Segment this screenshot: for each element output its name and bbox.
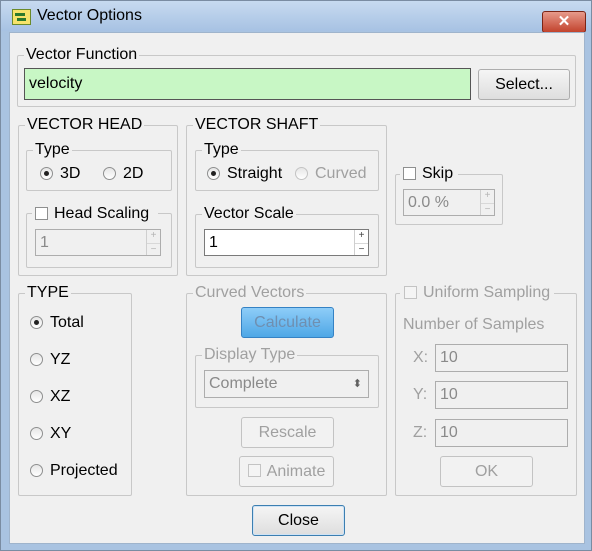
spin-up-icon: +: [484, 190, 491, 201]
head-scaling-label: Head Scaling: [54, 205, 150, 222]
y-samples-field: 10: [435, 381, 568, 409]
y-label: Y:: [413, 386, 428, 403]
updown-arrow-icon: ⬍: [352, 378, 362, 390]
shaft-curved-label: Curved: [315, 165, 367, 182]
spin-down-icon: −: [481, 202, 494, 216]
spin-down-icon: −: [147, 242, 160, 256]
spin-down-icon[interactable]: −: [355, 242, 368, 256]
rescale-button: Rescale: [241, 417, 334, 448]
uniform-sampling-label: Uniform Sampling: [423, 284, 551, 301]
display-type-value: Complete: [209, 375, 278, 392]
vector-function-field[interactable]: velocity: [24, 68, 471, 100]
vector-function-label: Vector Function: [24, 46, 140, 64]
select-button[interactable]: Select...: [478, 69, 570, 100]
animate-checkbox: [247, 464, 261, 477]
display-type-select: Complete ⬍: [204, 370, 369, 398]
head-type-label: Type: [33, 141, 72, 159]
dialog-body: Vector Function velocity Select... VECTO…: [9, 32, 585, 544]
x-label: X:: [413, 349, 429, 366]
type-total-radio[interactable]: [30, 316, 43, 329]
vector-scale-field[interactable]: 1 + −: [204, 229, 369, 256]
shaft-type-label: Type: [202, 141, 241, 159]
type-xz-label: XZ: [50, 388, 71, 405]
z-samples-field: 10: [435, 419, 568, 447]
type-projected-label: Projected: [50, 462, 118, 479]
head-scaling-value: 1: [40, 234, 49, 251]
skip-spinner: + −: [480, 190, 494, 215]
shaft-curved-radio: [295, 167, 308, 180]
x-samples-field: 10: [435, 344, 568, 372]
skip-value: 0.0 %: [408, 194, 449, 211]
window-title: Vector Options: [37, 7, 142, 24]
close-button[interactable]: Close: [252, 505, 345, 536]
z-label: Z:: [413, 424, 428, 441]
type-yz-radio[interactable]: [30, 353, 43, 366]
type-label: TYPE: [25, 284, 71, 302]
animate-button: Animate: [239, 456, 334, 487]
shaft-straight-label: Straight: [227, 165, 283, 182]
calculate-button: Calculate: [241, 307, 334, 338]
vector-scale-value: 1: [209, 234, 218, 251]
spin-up-icon: +: [150, 230, 157, 241]
display-type-label: Display Type: [202, 346, 298, 364]
skip-checkbox[interactable]: [403, 167, 416, 180]
type-xy-radio[interactable]: [30, 427, 43, 440]
app-icon: [12, 9, 31, 25]
vector-head-label: VECTOR HEAD: [25, 116, 145, 134]
shaft-straight-radio[interactable]: [207, 167, 220, 180]
type-total-label: Total: [50, 314, 84, 331]
title-bar[interactable]: Vector Options ✕: [1, 1, 591, 33]
type-yz-label: YZ: [50, 351, 71, 368]
head-scaling-field: 1 + −: [35, 229, 161, 256]
number-of-samples-label: Number of Samples: [403, 316, 545, 333]
skip-field: 0.0 % + −: [403, 189, 495, 216]
type-xz-radio[interactable]: [30, 390, 43, 403]
vector-scale-label: Vector Scale: [202, 205, 296, 223]
uniform-sampling-checkbox: [404, 286, 417, 299]
head-scaling-spinner: + −: [146, 230, 160, 255]
vector-shaft-label: VECTOR SHAFT: [193, 116, 321, 134]
vector-scale-spinner[interactable]: + −: [354, 230, 368, 255]
type-xy-label: XY: [50, 425, 72, 442]
skip-label: Skip: [422, 165, 454, 182]
head-3d-radio[interactable]: [40, 167, 53, 180]
curved-vectors-label: Curved Vectors: [193, 284, 307, 302]
ok-button: OK: [440, 456, 533, 487]
type-projected-radio[interactable]: [30, 464, 43, 477]
head-2d-label: 2D: [123, 165, 144, 182]
vector-options-window: Vector Options ✕ Vector Function velocit…: [0, 0, 592, 551]
window-close-button[interactable]: ✕: [542, 11, 586, 33]
head-2d-radio[interactable]: [103, 167, 116, 180]
head-3d-label: 3D: [60, 165, 81, 182]
spin-up-icon[interactable]: +: [355, 230, 368, 243]
head-scaling-checkbox[interactable]: [35, 207, 48, 220]
animate-label: Animate: [266, 463, 326, 480]
